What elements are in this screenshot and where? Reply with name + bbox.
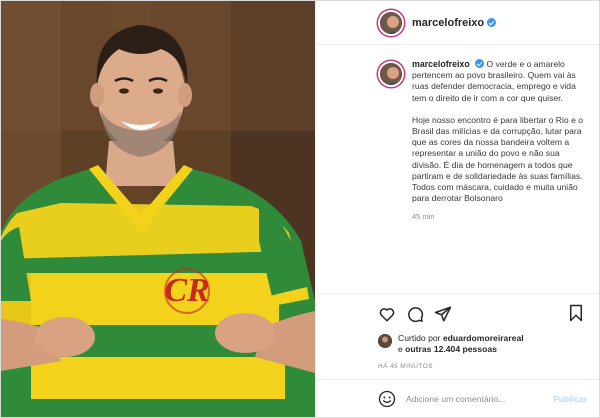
caption-username[interactable]: marcelofreixo xyxy=(412,59,470,69)
comments-area: marcelofreixo O verde e o amarelo perten… xyxy=(316,45,599,293)
avatar-image xyxy=(380,12,402,34)
svg-text:CR: CR xyxy=(164,272,209,309)
avatar-image xyxy=(380,63,402,85)
post-header: marcelofreixo xyxy=(316,1,599,45)
caption-timestamp: 45 min xyxy=(412,212,435,222)
caption-avatar[interactable] xyxy=(378,61,404,87)
likes-summary: Curtido por eduardomoreirareal e outras … xyxy=(316,333,599,363)
add-comment-bar: Publicar xyxy=(316,379,599,417)
post-caption: marcelofreixo O verde e o amarelo perten… xyxy=(412,59,585,204)
likes-others-link[interactable]: outras 12.404 pessoas xyxy=(405,344,497,354)
paper-plane-icon[interactable] xyxy=(434,305,452,323)
publish-button[interactable]: Publicar xyxy=(553,394,587,404)
verified-badge-icon xyxy=(475,59,485,68)
liker-avatar[interactable] xyxy=(378,334,392,348)
author-avatar[interactable] xyxy=(378,10,404,36)
post-photo-illustration: CR xyxy=(1,1,315,417)
caption-paragraph-2: Hoje nosso encontro é para libertar o Ri… xyxy=(412,114,584,204)
likes-prefix: Curtido por xyxy=(398,333,441,343)
author-username[interactable]: marcelofreixo xyxy=(412,17,484,29)
bookmark-icon[interactable] xyxy=(567,304,585,322)
smiley-icon[interactable] xyxy=(378,390,396,408)
heart-icon[interactable] xyxy=(378,305,396,323)
post-photo[interactable]: CR xyxy=(1,1,315,417)
comment-input[interactable] xyxy=(406,393,554,404)
instagram-post: CR marcelofreixo marcelofreixo O verde e… xyxy=(0,0,600,418)
likes-middle: e xyxy=(398,344,403,354)
avatar-image xyxy=(378,334,392,348)
post-timestamp[interactable]: HÁ 45 MINUTOS xyxy=(316,363,599,379)
comment-bubble-icon[interactable] xyxy=(406,305,424,323)
action-bar xyxy=(316,293,599,333)
post-side-panel: marcelofreixo marcelofreixo O verde e o … xyxy=(315,1,599,417)
verified-badge-icon xyxy=(487,18,497,27)
liker-username[interactable]: eduardomoreirareal xyxy=(443,333,524,343)
